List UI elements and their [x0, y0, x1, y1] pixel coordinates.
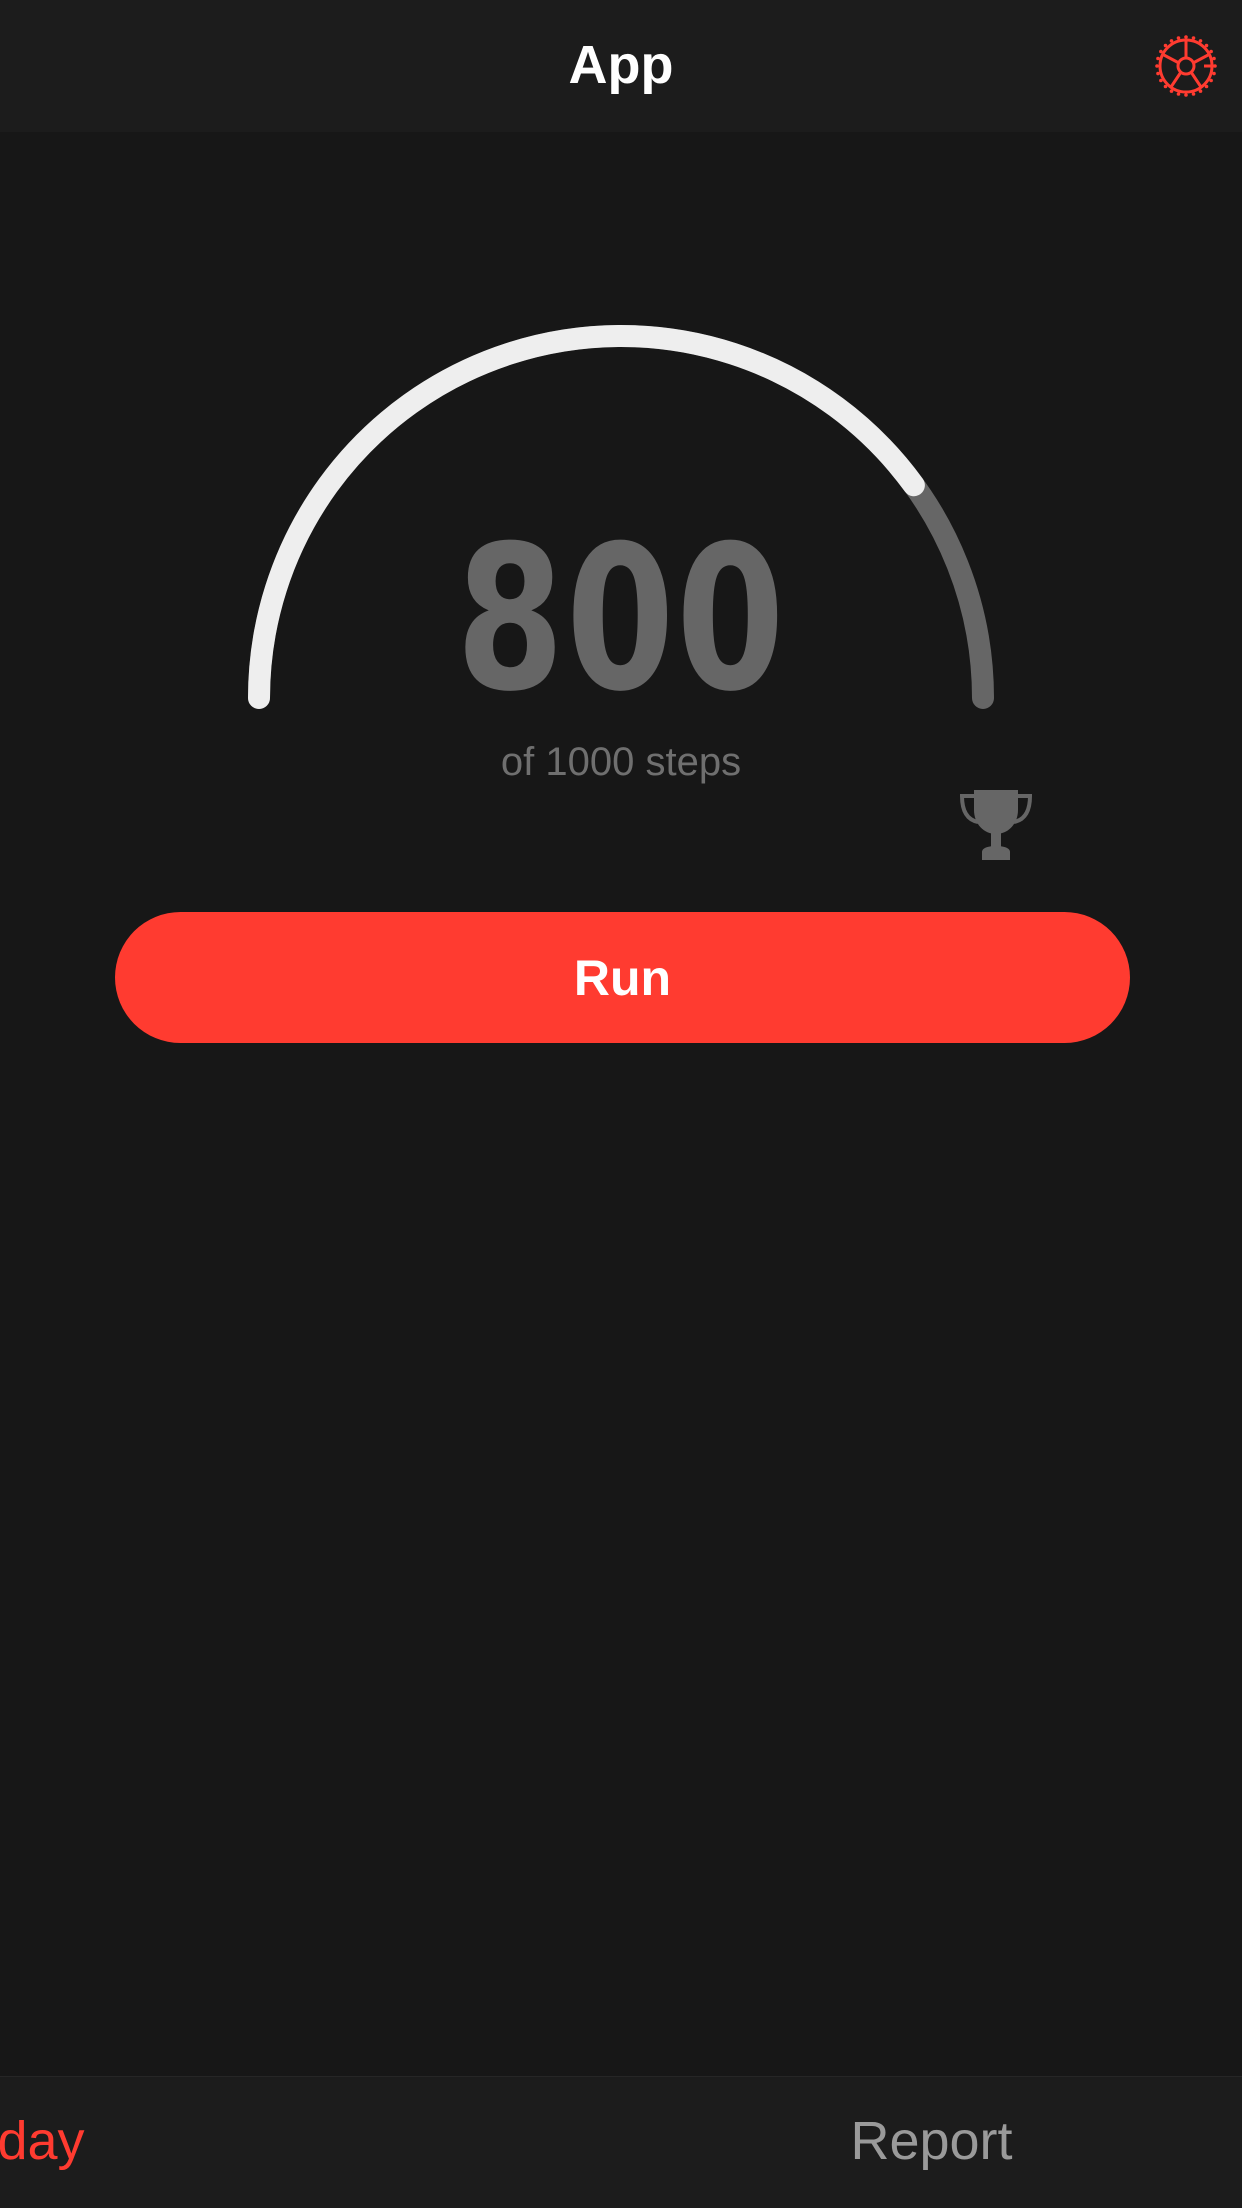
screen: App 800 of 1000 steps Run day Report	[0, 0, 1242, 2208]
run-button[interactable]: Run	[115, 912, 1130, 1043]
tab-bar: Today Report	[0, 2076, 1242, 2208]
tab-report-label: Report	[850, 2111, 1013, 2171]
steps-goal-label: of 1000 steps	[500, 740, 742, 784]
tab-today[interactable]: Today	[0, 2077, 621, 2208]
steps-count: 800	[455, 503, 787, 736]
trophy-icon	[956, 786, 1036, 866]
tab-today-label: Today	[0, 2111, 85, 2171]
tab-report[interactable]: Report	[621, 2077, 1242, 2208]
